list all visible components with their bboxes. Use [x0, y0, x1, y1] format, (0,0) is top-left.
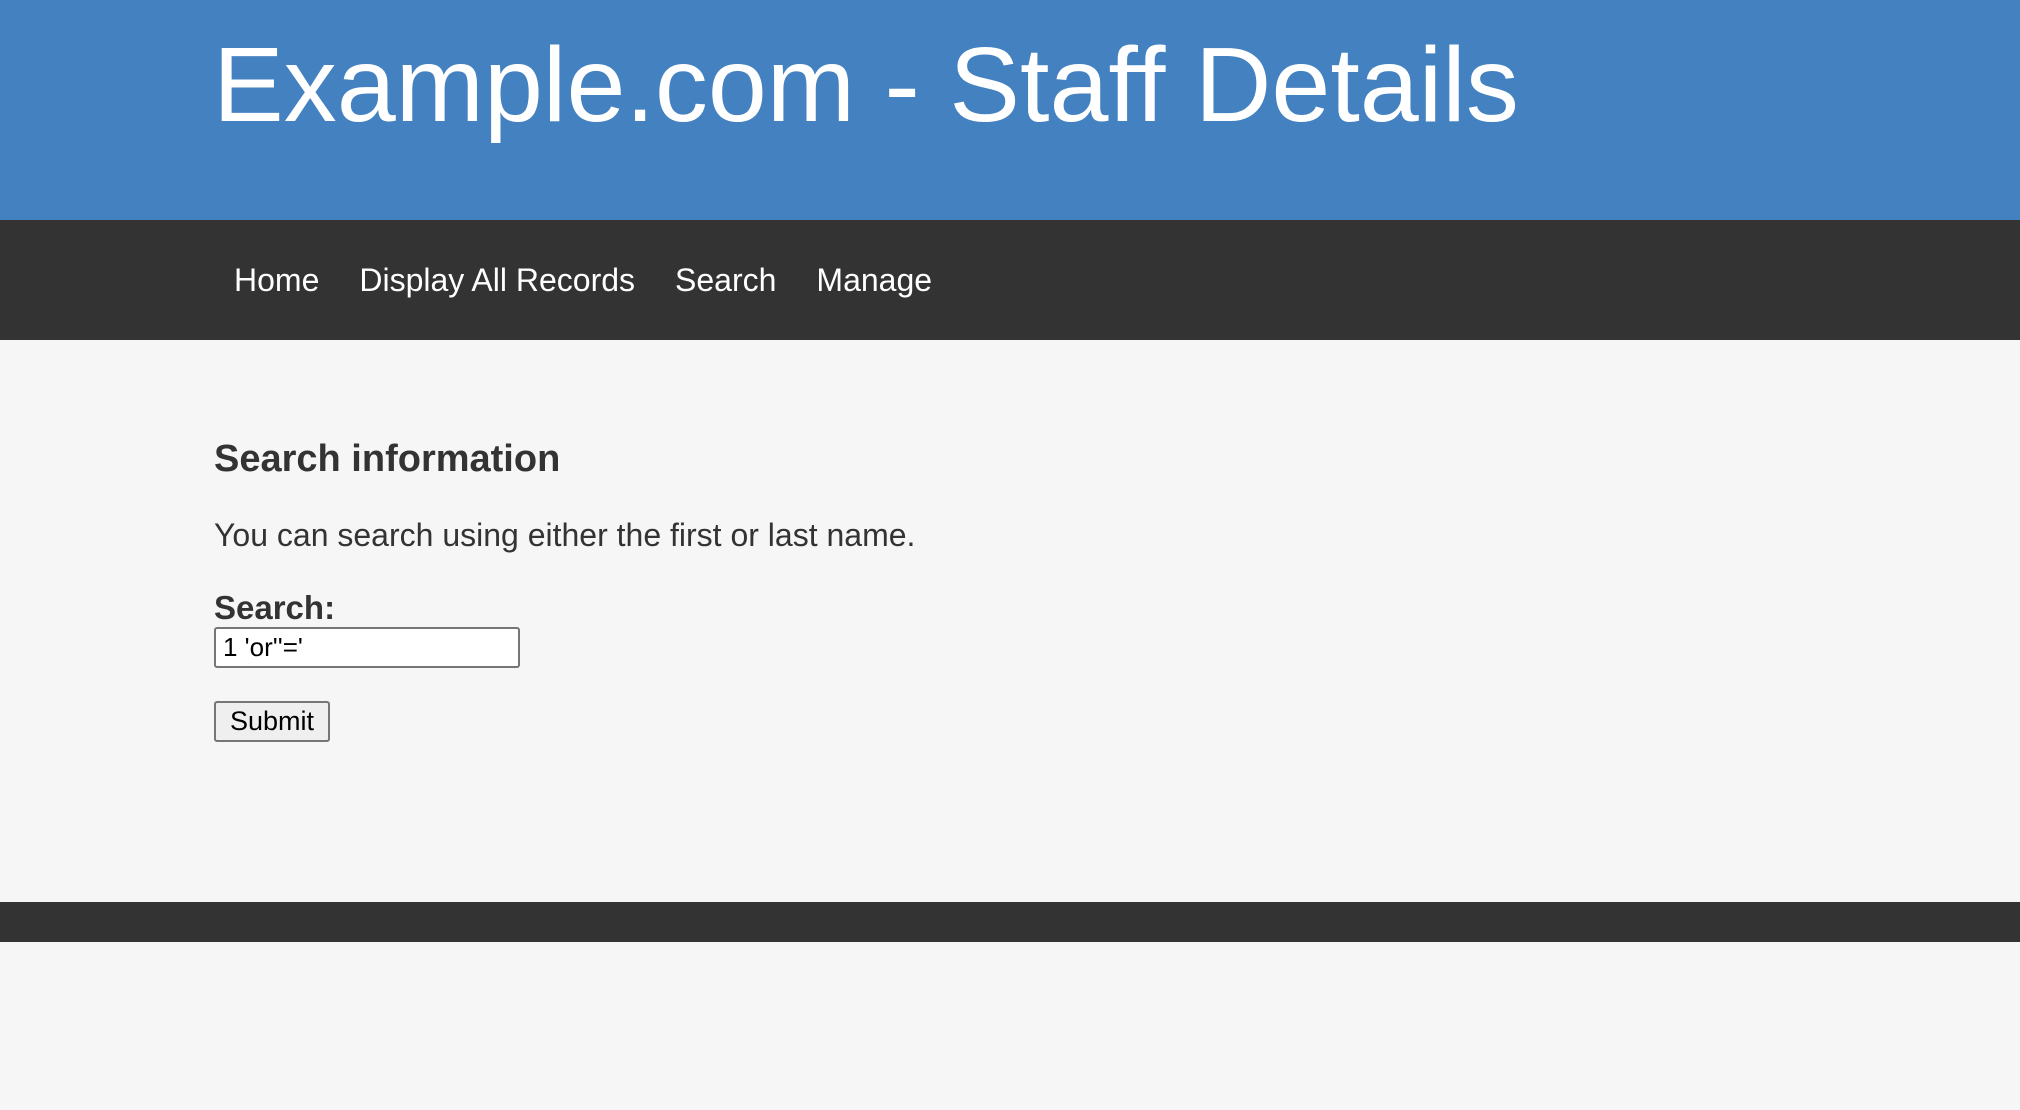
nav-item-search[interactable]: Search — [655, 264, 796, 296]
nav-item-display-all-records[interactable]: Display All Records — [339, 264, 655, 296]
section-heading: Search information — [214, 438, 561, 480]
main-nav: Home Display All Records Search Manage — [0, 220, 2020, 340]
nav-item-home[interactable]: Home — [214, 264, 339, 296]
site-header: Example.com - Staff Details — [0, 0, 2020, 220]
footer-bar — [0, 902, 2020, 942]
search-label: Search: — [214, 589, 336, 626]
submit-button[interactable]: Submit — [214, 701, 330, 742]
site-title: Example.com - Staff Details — [213, 26, 1519, 144]
nav-list: Home Display All Records Search Manage — [214, 220, 952, 340]
help-text: You can search using either the first or… — [214, 517, 916, 553]
search-input[interactable] — [214, 627, 520, 668]
nav-item-manage[interactable]: Manage — [796, 264, 952, 296]
